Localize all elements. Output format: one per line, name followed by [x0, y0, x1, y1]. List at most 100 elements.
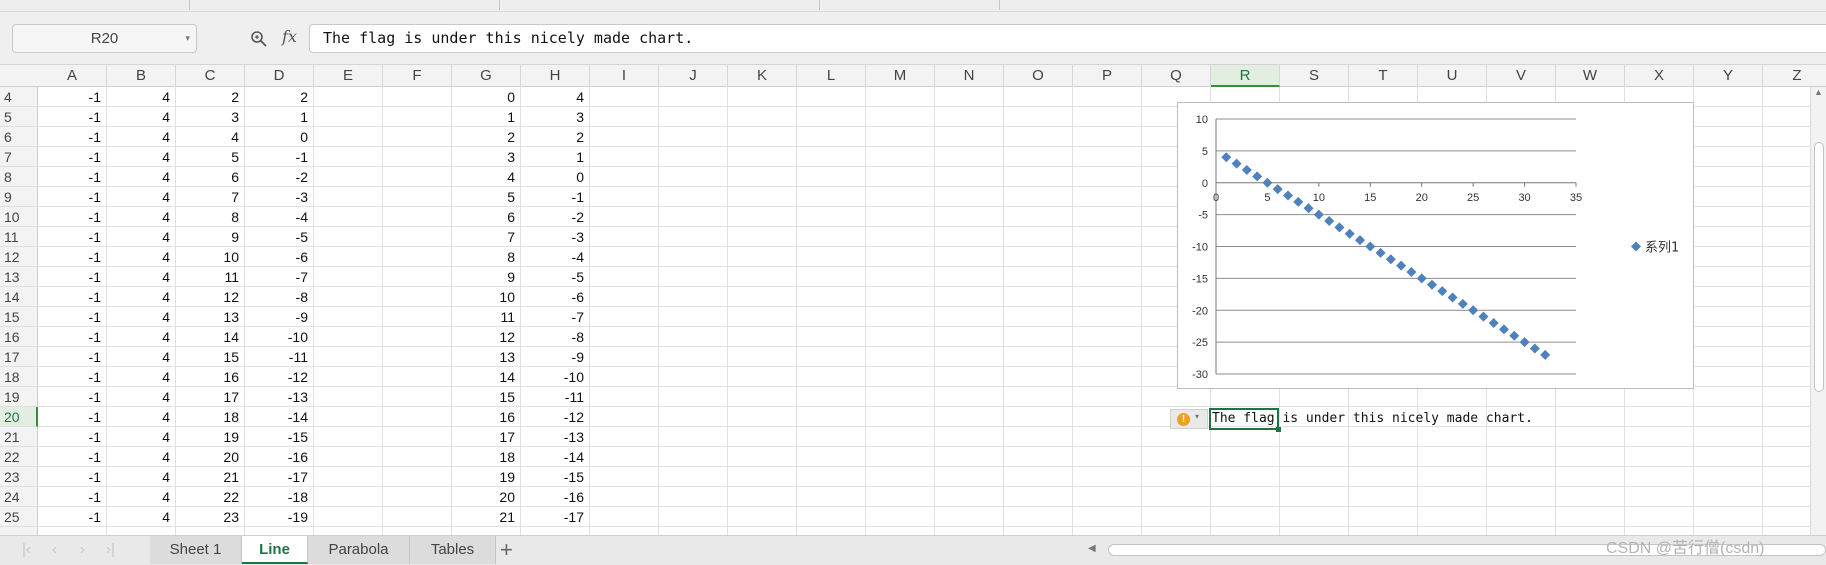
- cell-h19[interactable]: -11: [521, 387, 590, 407]
- cell-g9[interactable]: 5: [452, 187, 521, 207]
- cell-c16[interactable]: 14: [176, 327, 245, 347]
- cell-c22[interactable]: 20: [176, 447, 245, 467]
- column-header-i[interactable]: I: [590, 65, 659, 87]
- row-header-8[interactable]: 8: [0, 167, 38, 187]
- column-header-y[interactable]: Y: [1694, 65, 1763, 87]
- cell-h4[interactable]: 4: [521, 87, 590, 107]
- cell-c13[interactable]: 11: [176, 267, 245, 287]
- cell-h23[interactable]: -15: [521, 467, 590, 487]
- cell-h25[interactable]: -17: [521, 507, 590, 527]
- cell-b16[interactable]: 4: [107, 327, 176, 347]
- cell-d21[interactable]: -15: [245, 427, 314, 447]
- cell-b22[interactable]: 4: [107, 447, 176, 467]
- cell-c23[interactable]: 21: [176, 467, 245, 487]
- cell-a21[interactable]: -1: [38, 427, 107, 447]
- cell-d19[interactable]: -13: [245, 387, 314, 407]
- column-header-q[interactable]: Q: [1142, 65, 1211, 87]
- cell-b15[interactable]: 4: [107, 307, 176, 327]
- cell-g11[interactable]: 7: [452, 227, 521, 247]
- cell-c11[interactable]: 9: [176, 227, 245, 247]
- cell-c4[interactable]: 2: [176, 87, 245, 107]
- cell-d4[interactable]: 2: [245, 87, 314, 107]
- cell-h5[interactable]: 3: [521, 107, 590, 127]
- prev-sheet-icon[interactable]: ‹: [52, 541, 57, 558]
- cell-c14[interactable]: 12: [176, 287, 245, 307]
- cell-a22[interactable]: -1: [38, 447, 107, 467]
- cell-a7[interactable]: -1: [38, 147, 107, 167]
- column-header-r[interactable]: R: [1211, 65, 1280, 87]
- cell-d24[interactable]: -18: [245, 487, 314, 507]
- cell-g21[interactable]: 17: [452, 427, 521, 447]
- cell-h18[interactable]: -10: [521, 367, 590, 387]
- row-header-17[interactable]: 17: [0, 347, 38, 367]
- scroll-left-icon[interactable]: ◀: [1088, 543, 1096, 554]
- column-header-m[interactable]: M: [866, 65, 935, 87]
- row-header-9[interactable]: 9: [0, 187, 38, 207]
- column-header-b[interactable]: B: [107, 65, 176, 87]
- cell-b18[interactable]: 4: [107, 367, 176, 387]
- column-header-p[interactable]: P: [1073, 65, 1142, 87]
- cell-a11[interactable]: -1: [38, 227, 107, 247]
- cell-b17[interactable]: 4: [107, 347, 176, 367]
- fill-handle[interactable]: [1276, 427, 1281, 432]
- column-header-n[interactable]: N: [935, 65, 1004, 87]
- row-header-15[interactable]: 15: [0, 307, 38, 327]
- cell-a5[interactable]: -1: [38, 107, 107, 127]
- cell-g24[interactable]: 20: [452, 487, 521, 507]
- scrollbar-thumb[interactable]: [1814, 142, 1824, 392]
- cell-d17[interactable]: -11: [245, 347, 314, 367]
- cell-d11[interactable]: -5: [245, 227, 314, 247]
- cell-g4[interactable]: 0: [452, 87, 521, 107]
- cell-h12[interactable]: -4: [521, 247, 590, 267]
- cell-a25[interactable]: -1: [38, 507, 107, 527]
- active-cell-selection[interactable]: [1209, 408, 1281, 432]
- cell-c15[interactable]: 13: [176, 307, 245, 327]
- cell-g18[interactable]: 14: [452, 367, 521, 387]
- column-header-x[interactable]: X: [1625, 65, 1694, 87]
- cell-a18[interactable]: -1: [38, 367, 107, 387]
- row-header-16[interactable]: 16: [0, 327, 38, 347]
- cell-g19[interactable]: 15: [452, 387, 521, 407]
- column-header-u[interactable]: U: [1418, 65, 1487, 87]
- cell-a23[interactable]: -1: [38, 467, 107, 487]
- row-header-13[interactable]: 13: [0, 267, 38, 287]
- column-header-f[interactable]: F: [383, 65, 452, 87]
- cell-h20[interactable]: -12: [521, 407, 590, 427]
- cell-h6[interactable]: 2: [521, 127, 590, 147]
- cell-a12[interactable]: -1: [38, 247, 107, 267]
- row-header-11[interactable]: 11: [0, 227, 38, 247]
- cell-d10[interactable]: -4: [245, 207, 314, 227]
- row-header-7[interactable]: 7: [0, 147, 38, 167]
- row-header-21[interactable]: 21: [0, 427, 38, 447]
- first-sheet-icon[interactable]: |‹: [22, 541, 31, 558]
- chevron-down-icon[interactable]: ▾: [185, 25, 190, 52]
- column-header-c[interactable]: C: [176, 65, 245, 87]
- column-header-j[interactable]: J: [659, 65, 728, 87]
- cell-d18[interactable]: -12: [245, 367, 314, 387]
- last-sheet-icon[interactable]: ›|: [106, 541, 115, 558]
- cell-b7[interactable]: 4: [107, 147, 176, 167]
- cell-c5[interactable]: 3: [176, 107, 245, 127]
- column-header-h[interactable]: H: [521, 65, 590, 87]
- cell-h16[interactable]: -8: [521, 327, 590, 347]
- row-header-5[interactable]: 5: [0, 107, 38, 127]
- cell-g15[interactable]: 11: [452, 307, 521, 327]
- row-header-25[interactable]: 25: [0, 507, 38, 527]
- cell-h8[interactable]: 0: [521, 167, 590, 187]
- row-header-12[interactable]: 12: [0, 247, 38, 267]
- sheet-tab-line[interactable]: Line: [242, 536, 308, 564]
- sheet-tab-tables[interactable]: Tables: [410, 536, 496, 564]
- cell-c17[interactable]: 15: [176, 347, 245, 367]
- column-header-z[interactable]: Z: [1763, 65, 1826, 87]
- cell-d23[interactable]: -17: [245, 467, 314, 487]
- cell-a20[interactable]: -1: [38, 407, 107, 427]
- cell-g12[interactable]: 8: [452, 247, 521, 267]
- cell-d12[interactable]: -6: [245, 247, 314, 267]
- row-header-6[interactable]: 6: [0, 127, 38, 147]
- cell-a14[interactable]: -1: [38, 287, 107, 307]
- cell-h11[interactable]: -3: [521, 227, 590, 247]
- cell-c9[interactable]: 7: [176, 187, 245, 207]
- scroll-up-icon[interactable]: ▲: [1814, 87, 1823, 97]
- cell-d16[interactable]: -10: [245, 327, 314, 347]
- cell-a24[interactable]: -1: [38, 487, 107, 507]
